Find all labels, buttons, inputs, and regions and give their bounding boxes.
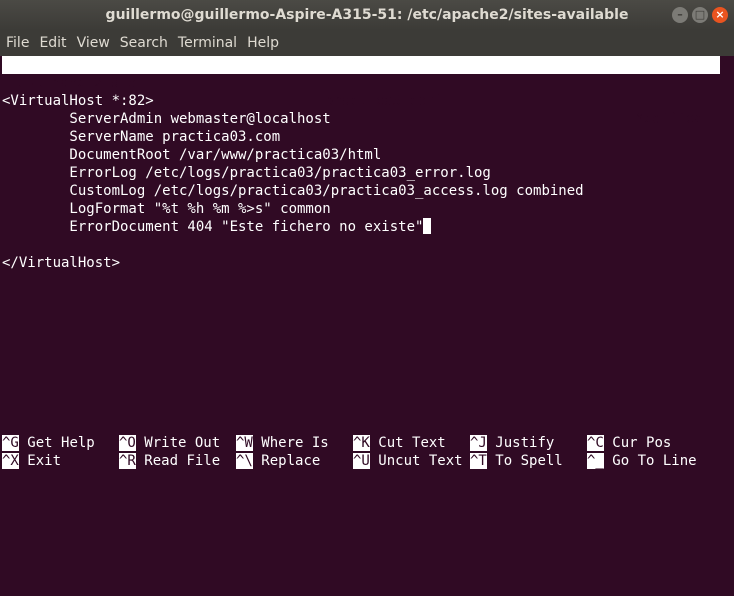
shortcut-uncut-text: ^U Uncut Text: [353, 453, 463, 469]
editor-line-current: ErrorDocument 404 "Este fichero no exist…: [2, 218, 584, 236]
menu-help[interactable]: Help: [247, 35, 279, 51]
shortcut-write-out: ^O Write Out: [119, 435, 221, 451]
nano-version: GNU nano 2.9.3: [18, 75, 137, 91]
window-titlebar[interactable]: guillermo@guillermo-Aspire-A315-51: /etc…: [0, 0, 734, 30]
editor-line: LogFormat "%t %h %m %>s" common: [2, 201, 331, 217]
menu-view[interactable]: View: [77, 35, 110, 51]
nano-header: GNU nano 2.9.3 practica3.conf Modified: [2, 56, 720, 127]
window-title: guillermo@guillermo-Aspire-A315-51: /etc…: [105, 7, 629, 23]
shortcut-exit: ^X Exit: [2, 453, 62, 469]
nano-shortcut-bar: ^G Get Help ^O Write Out ^W Where Is ^K …: [2, 434, 697, 470]
menu-terminal[interactable]: Terminal: [178, 35, 237, 51]
menu-bar: File Edit View Search Terminal Help: [0, 30, 734, 56]
terminal-area[interactable]: GNU nano 2.9.3 practica3.conf Modified <…: [0, 56, 734, 470]
shortcut-where-is: ^W Where Is: [236, 435, 329, 451]
editor-line: ServerAdmin webmaster@localhost: [2, 111, 331, 127]
shortcut-get-help: ^G Get Help: [2, 435, 95, 451]
editor-line: CustomLog /etc/logs/practica03/practica0…: [2, 183, 584, 199]
shortcut-row: ^X Exit ^R Read File ^\ Replace ^U Uncut…: [2, 452, 697, 470]
maximize-icon[interactable]: □: [692, 7, 708, 23]
close-icon[interactable]: ×: [712, 7, 728, 23]
minimize-icon[interactable]: –: [672, 7, 688, 23]
editor-line: </VirtualHost>: [2, 255, 121, 271]
shortcut-justify: ^J Justify: [470, 435, 555, 451]
shortcut-row: ^G Get Help ^O Write Out ^W Where Is ^K …: [2, 434, 671, 452]
editor-line: DocumentRoot /var/www/practica03/html: [2, 147, 382, 163]
shortcut-cut-text: ^K Cut Text: [353, 435, 446, 451]
menu-search[interactable]: Search: [120, 35, 168, 51]
shortcut-cur-pos: ^C Cur Pos: [587, 435, 672, 451]
window-controls: – □ ×: [672, 7, 728, 23]
shortcut-replace: ^\ Replace: [236, 453, 321, 469]
editor-line: ErrorLog /etc/logs/practica03/practica03…: [2, 165, 491, 181]
editor-line-text: ErrorDocument 404 "Este fichero no exist…: [2, 219, 424, 235]
shortcut-go-to-line: ^_ Go To Line: [587, 453, 697, 469]
shortcut-read-file: ^R Read File: [119, 453, 221, 469]
editor-line: <VirtualHost *:82>: [2, 93, 154, 109]
editor-buffer[interactable]: <VirtualHost *:82> ServerAdmin webmaster…: [2, 92, 584, 272]
menu-file[interactable]: File: [6, 35, 29, 51]
nano-status: Modified: [635, 111, 703, 127]
shortcut-to-spell: ^T To Spell: [470, 453, 563, 469]
menu-edit[interactable]: Edit: [39, 35, 66, 51]
text-cursor: [423, 218, 432, 234]
editor-line: ServerName practica03.com: [2, 129, 281, 145]
